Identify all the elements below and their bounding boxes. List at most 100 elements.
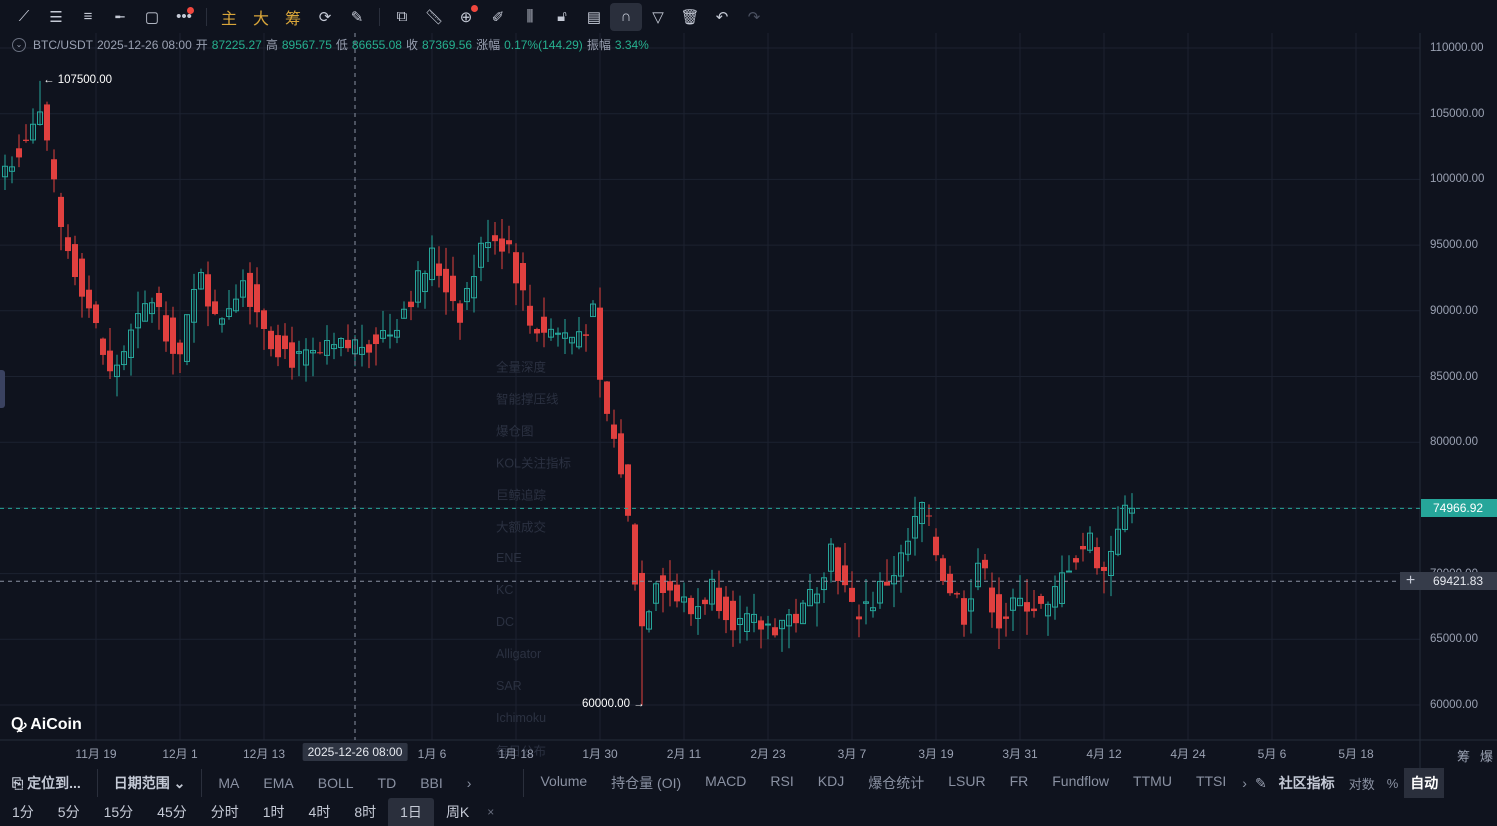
interval-2[interactable]: 15分 — [92, 798, 146, 826]
overlay-menu-item[interactable]: 巨鲸追踪 — [496, 485, 546, 504]
trend-line-icon[interactable]: ⟋ — [8, 3, 40, 31]
overlay-menu-item[interactable]: 智能撑压线 — [496, 389, 559, 408]
undo-icon[interactable]: ↶ — [706, 3, 738, 31]
redo-icon[interactable]: ↷ — [738, 3, 770, 31]
candle-body — [373, 334, 379, 345]
interval-9[interactable]: 周K — [434, 798, 481, 826]
candle-body — [282, 335, 288, 350]
edit-icon[interactable]: ✎ — [1251, 775, 1271, 792]
auto-scale-button[interactable]: 自动 — [1404, 768, 1445, 798]
candle-body — [387, 334, 393, 337]
time-tick: 4月 24 — [1170, 747, 1206, 761]
main-indicator-td[interactable]: TD — [366, 775, 409, 791]
template-icon[interactable]: ⧉ — [386, 3, 418, 31]
overlay-menu-item[interactable]: KC — [496, 583, 513, 597]
horizontal-lines-icon[interactable]: ☰ — [40, 3, 72, 31]
sub-indicator-item[interactable]: MACD — [693, 773, 758, 793]
candle-body — [65, 237, 71, 252]
candle-body — [408, 301, 414, 308]
sync-icon[interactable]: ⟳ — [309, 3, 341, 31]
interval-0[interactable]: 1分 — [0, 798, 46, 826]
horizontal-ray-icon[interactable]: ╾ — [104, 3, 136, 31]
magnet-icon[interactable]: ∩ — [610, 2, 642, 31]
overlay-menu-item[interactable]: DC — [496, 615, 514, 629]
interval-3[interactable]: 45分 — [145, 798, 199, 826]
aicoin-logo: Ꝙ AiCoin — [11, 712, 82, 734]
sub-indicator-item[interactable]: RSI — [758, 773, 805, 793]
chips-button[interactable]: 筹 — [277, 3, 309, 31]
collapse-icon[interactable]: ⌄ — [12, 37, 26, 52]
main-indicator-bbi[interactable]: BBI — [408, 775, 455, 791]
rectangle-icon[interactable]: ▢ — [136, 3, 168, 31]
interval-8[interactable]: 1日 — [388, 798, 434, 826]
sub-indicator-item[interactable]: 爆仓统计 — [856, 773, 936, 793]
low-value: 86655.08 — [351, 37, 402, 52]
sub-indicator-item[interactable]: TTMU — [1121, 773, 1184, 793]
main-chart-button[interactable]: 主 — [213, 3, 245, 31]
pen-settings-icon[interactable]: ✎ — [341, 3, 373, 31]
big-order-button[interactable]: 大 — [245, 3, 277, 31]
sidebar-handle[interactable] — [0, 370, 5, 408]
main-indicators-more-icon[interactable]: › — [455, 775, 484, 791]
lock-icon[interactable]: 🔓︎ — [546, 3, 578, 31]
community-indicators-button[interactable]: 社区指标 — [1271, 773, 1343, 793]
overlay-menu-item[interactable]: SAR — [496, 679, 522, 693]
more-tools-icon[interactable]: ••• — [168, 3, 200, 31]
sub-indicators-more-icon[interactable]: › — [1238, 775, 1251, 791]
main-indicator-ma[interactable]: MA — [206, 775, 251, 791]
filter-icon[interactable]: ▽ — [642, 3, 674, 31]
main-indicator-boll[interactable]: BOLL — [306, 775, 366, 791]
min-price-marker: 60000.00 → — [582, 698, 645, 710]
date-range-dropdown[interactable]: 日期范围 ⌄ — [102, 773, 198, 793]
overlay-menu-item[interactable]: 大额成交 — [496, 517, 546, 536]
drawing-toolbar: ⟋ ☰ ≡ ╾ ▢ ••• 主 大 筹 ⟳ ✎ ⧉ 📏︎ ⊕ ✐ ⫼ 🔓︎ ▤ … — [0, 0, 1497, 33]
interval-6[interactable]: 4时 — [297, 798, 343, 826]
time-tick: 5月 6 — [1257, 747, 1287, 761]
sub-indicator-item[interactable]: TTSI — [1184, 773, 1238, 793]
close-label: 收 — [405, 38, 418, 52]
notes-icon[interactable]: ▤ — [578, 3, 610, 31]
brush-icon[interactable]: ✐ — [482, 3, 514, 31]
interval-7[interactable]: 8时 — [342, 798, 388, 826]
candle-body — [1003, 616, 1009, 619]
ruler-icon[interactable]: 📏︎ — [418, 3, 450, 31]
candle-body — [1080, 545, 1086, 550]
sub-indicator-item[interactable]: LSUR — [936, 773, 997, 793]
sub-indicator-item[interactable]: FR — [998, 773, 1041, 793]
open-label: 开 — [195, 38, 208, 52]
interval-5[interactable]: 1时 — [251, 798, 297, 826]
candle-body — [611, 424, 617, 439]
overlay-menu-item[interactable]: 全量深度 — [496, 357, 546, 376]
sub-indicator-item[interactable]: KDJ — [806, 773, 856, 793]
time-tick: 12月 13 — [242, 747, 286, 761]
symbol: BTC/USDT — [33, 37, 93, 52]
date-range-label: 日期范围 — [113, 775, 170, 791]
candle-body — [842, 565, 848, 586]
sub-indicator-item[interactable]: 持仓量 (OI) — [599, 773, 693, 793]
overlay-menu-item[interactable]: 爆仓图 — [496, 421, 534, 440]
percent-scale-button[interactable]: % — [1381, 776, 1405, 791]
time-tick: 1月 18 — [498, 747, 534, 761]
candle-body — [58, 196, 64, 227]
main-indicator-ema[interactable]: EMA — [251, 775, 305, 791]
interval-4[interactable]: 分时 — [199, 798, 251, 826]
zoom-alert-icon[interactable]: ⊕ — [450, 3, 482, 31]
candle-body — [926, 515, 932, 517]
sub-indicator-item[interactable]: Volume — [528, 773, 599, 793]
overlay-menu-item[interactable]: Alligator — [496, 647, 541, 661]
overlay-menu-item[interactable]: KOL关注指标 — [496, 453, 571, 472]
candles-icon[interactable]: ⫼ — [514, 3, 546, 31]
locate-button[interactable]: ⎘ 定位到... — [0, 773, 93, 793]
add-alert-plus-icon[interactable]: + — [1400, 572, 1421, 591]
trash-icon[interactable]: 🗑︎ — [674, 3, 706, 31]
overlay-menu-item[interactable]: Ichimoku — [496, 711, 546, 725]
interval-1[interactable]: 5分 — [46, 798, 92, 826]
liquidation-axis-label[interactable]: 爆 — [1480, 746, 1493, 765]
overlay-menu-item[interactable]: ENE — [496, 551, 522, 565]
candlestick-chart[interactable] — [0, 33, 1497, 768]
sub-indicator-item[interactable]: Fundflow — [1040, 773, 1121, 793]
close-interval-icon[interactable]: × — [481, 805, 500, 819]
chips-axis-label[interactable]: 筹 — [1457, 746, 1470, 765]
log-scale-button[interactable]: 对数 — [1343, 774, 1381, 793]
parallel-lines-icon[interactable]: ≡ — [72, 3, 104, 31]
